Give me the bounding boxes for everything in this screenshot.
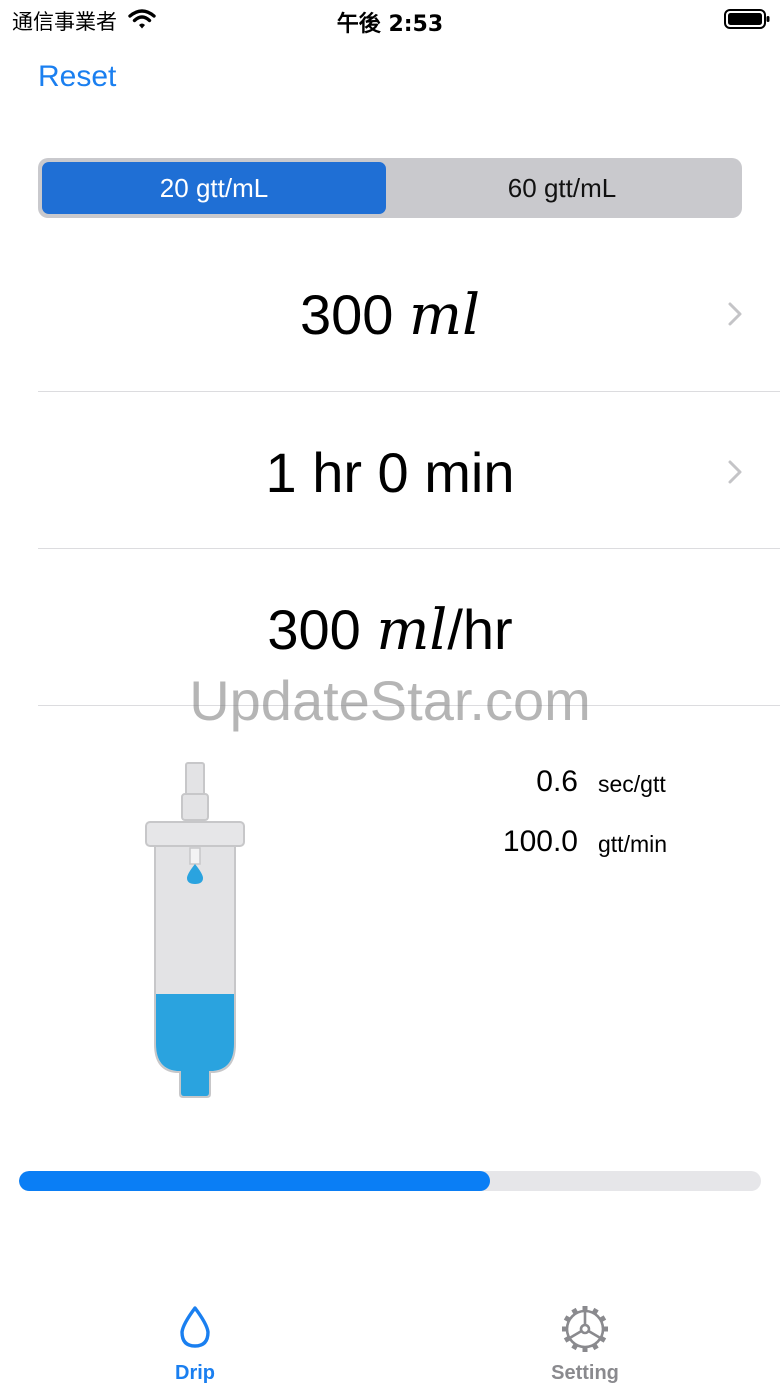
duration-row[interactable]: 1 hr 0 min xyxy=(38,393,780,549)
gear-icon xyxy=(562,1306,608,1352)
progress-bar xyxy=(19,1171,761,1191)
volume-number: 300 xyxy=(299,283,394,346)
volume-unit: ml xyxy=(408,283,480,348)
seconds-per-drop-row: 0.6 sec/gtt xyxy=(430,765,760,825)
drip-chamber-illustration xyxy=(145,762,245,1098)
flow-rate-unit: ml xyxy=(376,598,448,663)
rates-panel: 0.6 sec/gtt 100.0 gtt/min xyxy=(430,765,760,885)
seconds-per-drop-unit: sec/gtt xyxy=(598,771,666,797)
seconds-per-drop-value: 0.6 xyxy=(536,765,578,798)
segment-60-gtt[interactable]: 60 gtt/mL xyxy=(390,162,734,214)
flow-rate-number: 300 xyxy=(267,598,361,661)
flow-rate-suffix: /hr xyxy=(447,598,513,661)
watermark: UpdateStar.com xyxy=(189,669,591,732)
drops-per-minute-unit: gtt/min xyxy=(598,831,668,857)
tab-bar: Drip Setting xyxy=(0,1290,780,1387)
segment-20-gtt[interactable]: 20 gtt/mL xyxy=(42,162,386,214)
battery-icon xyxy=(724,9,770,29)
chevron-right-icon xyxy=(728,460,742,484)
drop-icon xyxy=(180,1306,210,1348)
tab-drip[interactable]: Drip xyxy=(0,1290,390,1387)
tab-setting[interactable]: Setting xyxy=(390,1290,780,1387)
status-bar: 通信事業者 午後 2:53 xyxy=(0,0,780,40)
duration-value: 1 hr 0 min xyxy=(265,441,515,504)
reset-button[interactable]: Reset xyxy=(38,60,116,94)
flow-rate-value: 300 ml/hr xyxy=(38,597,742,663)
status-time: 午後 2:53 xyxy=(336,12,444,37)
tab-drip-label: Drip xyxy=(175,1362,215,1384)
separator xyxy=(38,548,780,549)
drops-per-minute-value: 100.0 xyxy=(502,825,578,858)
drops-per-minute-row: 100.0 gtt/min xyxy=(430,825,760,885)
volume-value: 300 ml xyxy=(38,282,742,348)
tab-setting-label: Setting xyxy=(551,1362,619,1384)
drop-factor-segmented-control: 20 gtt/mL 60 gtt/mL xyxy=(38,158,742,218)
volume-row[interactable]: 300 ml xyxy=(38,236,780,392)
progress-bar-fill xyxy=(19,1171,491,1191)
chevron-right-icon xyxy=(728,302,742,326)
separator xyxy=(38,391,780,392)
